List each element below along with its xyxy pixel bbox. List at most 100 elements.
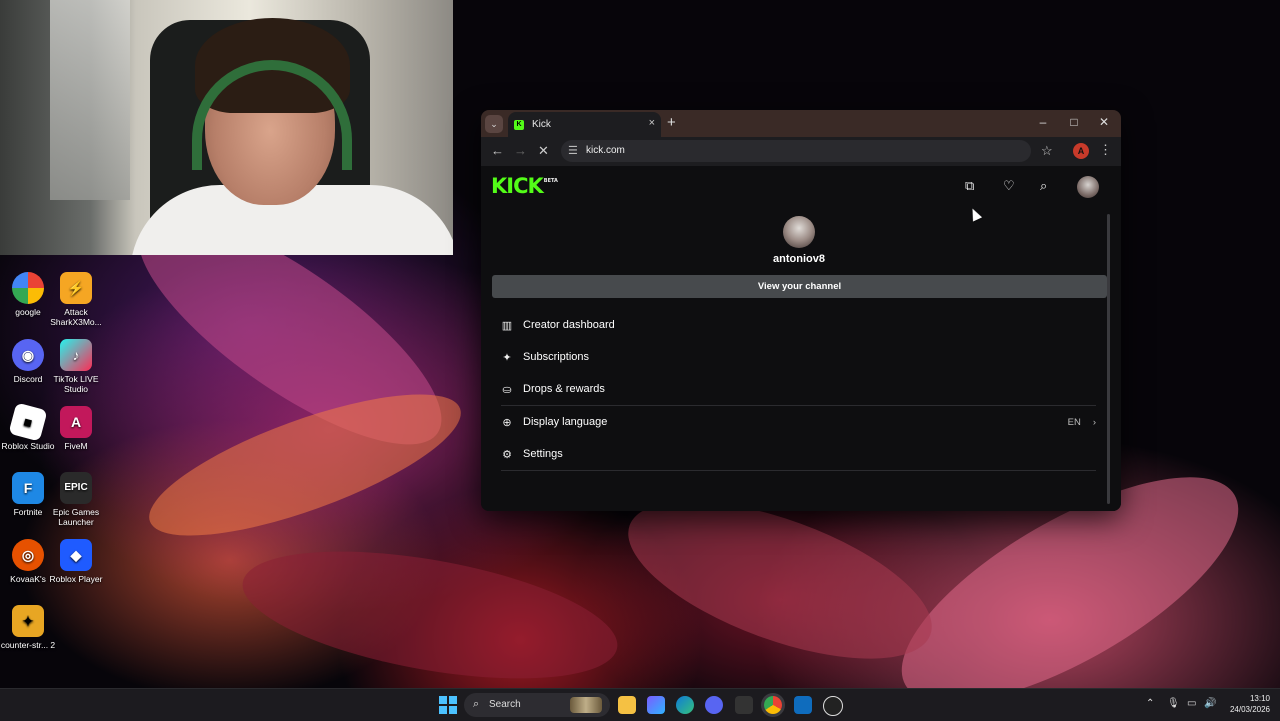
chevron-right-icon: › — [1092, 416, 1096, 428]
view-channel-button[interactable]: View your channel — [492, 275, 1107, 298]
search-highlight-image — [570, 697, 602, 713]
menu-item-label: Creator dashboard — [523, 319, 615, 331]
scrollbar[interactable] — [1107, 214, 1110, 504]
heart-icon[interactable]: ♡ — [1003, 178, 1015, 194]
system-clock[interactable]: 13:10 24/03/2026 — [1226, 693, 1270, 715]
kovaaks-icon: ◎ — [12, 539, 44, 571]
menu-item-creator-dashboard[interactable]: ▥ Creator dashboard — [501, 311, 1096, 339]
taskbar-search[interactable]: ⌕ Search — [464, 693, 610, 717]
browser-window: ⌄ K Kick × + – □ ✕ ← → ✕ ☰ kick.com ☆ A … — [481, 110, 1121, 511]
username: antoniov8 — [773, 253, 825, 265]
following-icon[interactable]: ⧉ — [965, 178, 974, 194]
microsoft-store-icon[interactable] — [735, 696, 753, 714]
file-explorer-icon[interactable] — [618, 696, 636, 714]
steam-icon[interactable] — [823, 696, 843, 716]
desktop-icon-epic-games[interactable]: EPIC Epic Games Launcher — [48, 472, 104, 527]
taskbar: ⌕ Search ⌃ 🎙 ▭ 🔊 13:10 24/03/2026 — [0, 688, 1280, 721]
desktop-icon-label: Roblox Player — [49, 574, 103, 584]
desktop-icon-label: Roblox Studio — [1, 441, 55, 451]
chevron-up-icon[interactable]: ⌃ — [1146, 698, 1154, 709]
tab-kick[interactable]: K Kick × — [508, 112, 661, 137]
kick-favicon-icon: K — [514, 119, 524, 130]
microphone-icon[interactable]: 🎙 — [1167, 698, 1180, 709]
menu-item-label: Display language — [523, 416, 608, 428]
roblox-icon: ◆ — [60, 539, 92, 571]
fivem-icon: A — [60, 406, 92, 438]
desktop-icon-label: counter-str... 2 — [0, 640, 56, 650]
tab-search-button[interactable]: ⌄ — [485, 115, 503, 133]
clock-time: 13:10 — [1249, 694, 1270, 703]
desktop-icon-roblox-player[interactable]: ◆ Roblox Player — [48, 539, 104, 584]
browser-toolbar: ← → ✕ ☰ kick.com ☆ A ⋮ — [481, 137, 1121, 166]
desktop-icon-counter-strike[interactable]: ✦ counter-str... 2 — [0, 605, 56, 650]
sparkle-icon: ✦ — [502, 351, 512, 364]
user-avatar-button[interactable] — [1077, 176, 1099, 198]
search-icon[interactable]: ⌕ — [1040, 178, 1047, 194]
browser-menu-icon[interactable]: ⋮ — [1099, 142, 1112, 158]
desktop-icon-fivem[interactable]: A FiveM — [48, 406, 104, 451]
bookmark-star-icon[interactable]: ☆ — [1041, 143, 1053, 159]
back-icon[interactable]: ← — [491, 143, 504, 158]
close-window-button[interactable]: ✕ — [1094, 115, 1114, 129]
site-info-icon[interactable]: ☰ — [568, 144, 578, 157]
address-bar[interactable]: ☰ kick.com — [561, 140, 1031, 162]
menu-divider — [501, 470, 1096, 471]
windows-logo-icon — [439, 696, 457, 714]
search-icon: ⌕ — [473, 698, 480, 710]
logo-text: KICK — [491, 174, 544, 198]
globe-icon: ⊕ — [502, 416, 512, 429]
menu-item-label: Subscriptions — [523, 351, 590, 363]
new-tab-button[interactable]: + — [667, 114, 676, 131]
forward-icon[interactable]: → — [514, 143, 527, 158]
desktop-icon-label: FiveM — [64, 441, 88, 451]
roblox-studio-icon: ■ — [8, 402, 48, 442]
maximize-button[interactable]: □ — [1064, 115, 1084, 129]
browser-titlebar: ⌄ K Kick × + – □ ✕ — [481, 110, 1121, 137]
gift-icon: ⛀ — [502, 383, 512, 396]
counter-strike-icon: ✦ — [12, 605, 44, 637]
menu-item-subscriptions[interactable]: ✦ Subscriptions — [501, 343, 1096, 371]
beta-badge: BETA — [543, 178, 558, 184]
webcam-overlay — [0, 0, 453, 255]
tab-close-icon[interactable]: × — [649, 117, 655, 129]
tab-title: Kick — [532, 119, 551, 130]
desktop-icon-attack-shark[interactable]: ⚡ Attack SharkX3Mo... — [48, 272, 104, 327]
desktop-icon-label: Attack SharkX3Mo... — [50, 307, 102, 327]
chrome-taskbar-icon[interactable] — [764, 696, 782, 714]
edge-icon[interactable] — [676, 696, 694, 714]
menu-item-label: Drops & rewards — [523, 383, 605, 395]
start-button[interactable] — [439, 696, 457, 714]
volume-icon[interactable]: 🔊 — [1204, 698, 1216, 709]
menu-item-drops-rewards[interactable]: ⛀ Drops & rewards — [501, 375, 1096, 403]
desktop-icon-tiktok-live[interactable]: ♪ TikTok LIVE Studio — [48, 339, 104, 394]
menu-item-display-language[interactable]: ⊕ Display language EN › — [501, 408, 1096, 436]
copilot-icon[interactable] — [647, 696, 665, 714]
url-text: kick.com — [586, 145, 625, 156]
stop-loading-icon[interactable]: ✕ — [538, 143, 549, 159]
desktop-icon-label: Discord — [13, 374, 43, 384]
outlook-icon[interactable] — [794, 696, 812, 714]
fortnite-icon: F — [12, 472, 44, 504]
discord-taskbar-icon[interactable] — [705, 696, 723, 714]
dashboard-icon: ▥ — [501, 319, 513, 332]
chrome-icon — [12, 272, 44, 304]
avatar — [783, 216, 815, 248]
kick-logo[interactable]: KICKBETA — [491, 174, 558, 198]
search-placeholder: Search — [489, 699, 521, 710]
tiktok-icon: ♪ — [60, 339, 92, 371]
desktop-icon-label: Epic Games Launcher — [52, 507, 100, 527]
kick-page: KICKBETA ⧉ ♡ ⌕ antoniov8 View your chann… — [481, 166, 1121, 511]
menu-divider — [501, 405, 1096, 406]
network-icon[interactable]: ▭ — [1187, 698, 1196, 709]
minimize-button[interactable]: – — [1033, 115, 1053, 129]
shark-icon: ⚡ — [60, 272, 92, 304]
gear-icon: ⚙ — [502, 448, 512, 461]
clock-date: 24/03/2026 — [1229, 705, 1270, 714]
discord-icon: ◉ — [12, 339, 44, 371]
desktop-icon-label: google — [15, 307, 41, 317]
profile-avatar-button[interactable]: A — [1073, 143, 1089, 159]
desktop-icon-label: TikTok LIVE Studio — [53, 374, 99, 394]
desktop-icon-label: KovaaK's — [10, 574, 46, 584]
menu-item-settings[interactable]: ⚙ Settings — [501, 440, 1096, 468]
desktop-icon-label: Fortnite — [13, 507, 43, 517]
